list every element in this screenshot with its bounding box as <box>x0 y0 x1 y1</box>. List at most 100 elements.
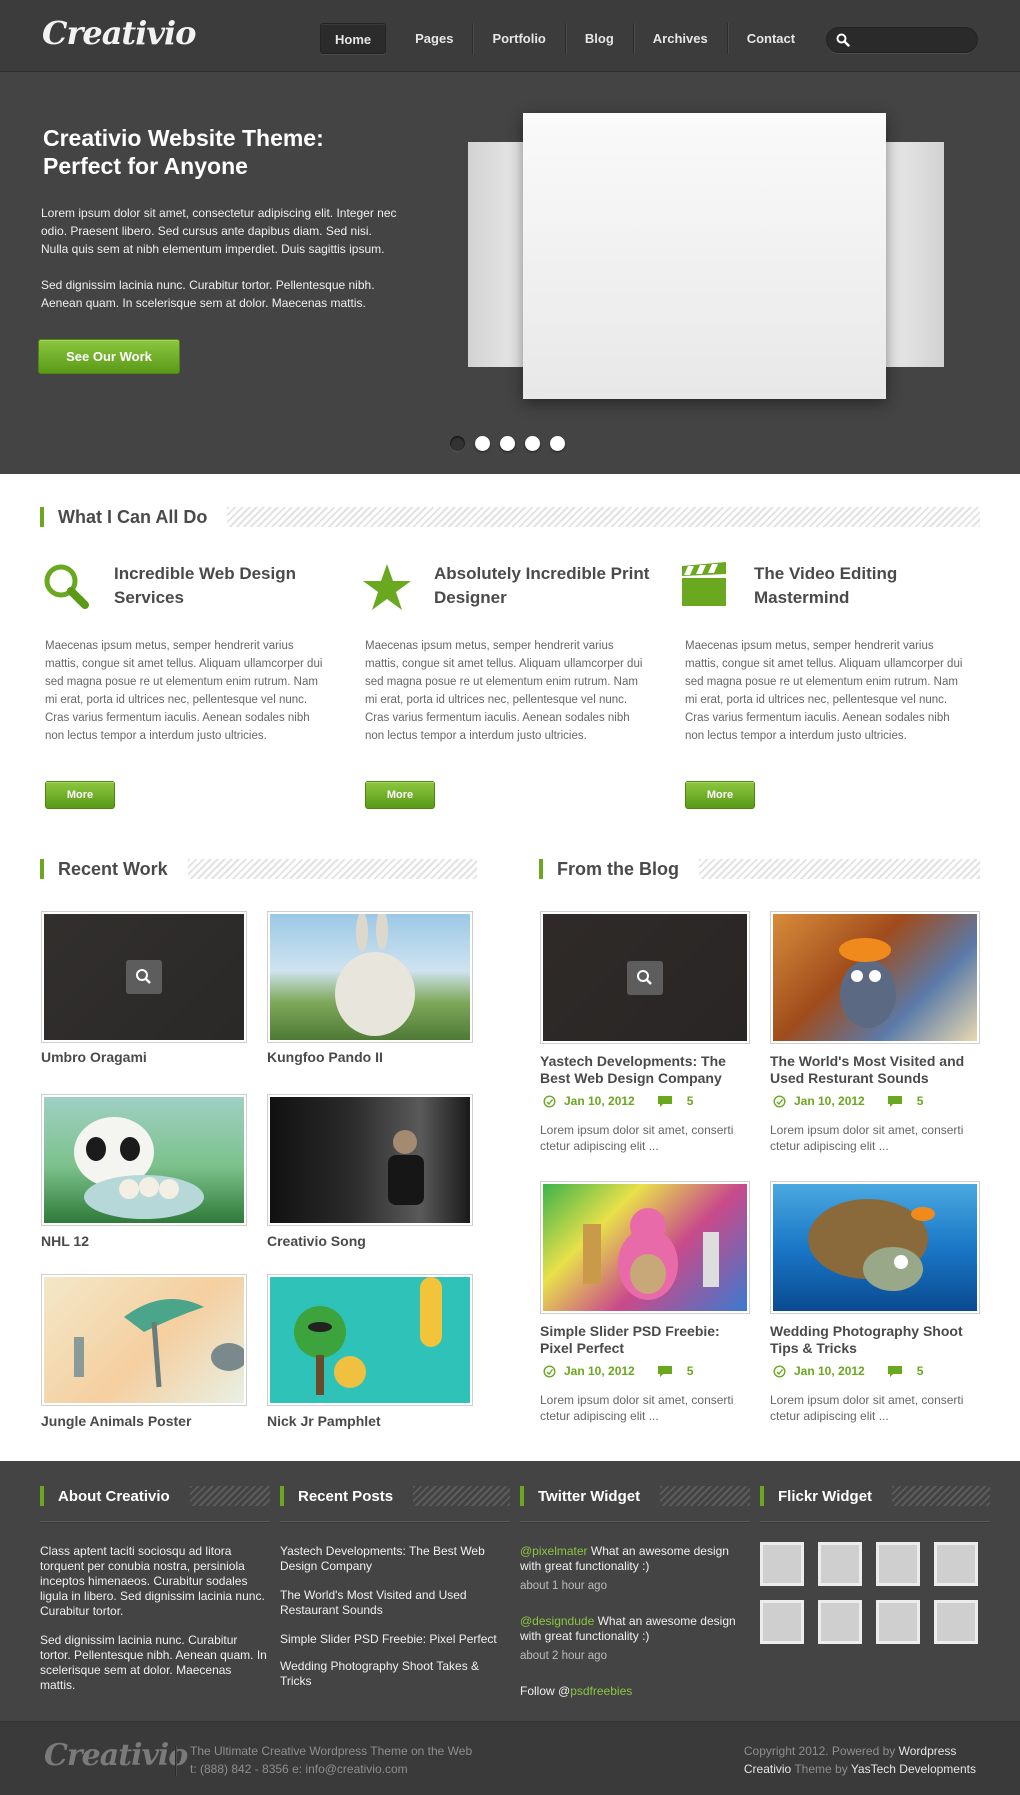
clock-icon <box>543 1364 556 1378</box>
footer-info: The Ultimate Creative Wordpress Theme on… <box>190 1742 472 1778</box>
flickr-thumb[interactable] <box>760 1600 804 1644</box>
slider-dot-2[interactable] <box>475 436 490 451</box>
work-title[interactable]: Nick Jr Pamphlet <box>267 1413 381 1429</box>
post-date: Jan 10, 2012 <box>794 1094 865 1108</box>
see-our-work-button[interactable]: See Our Work <box>38 339 180 374</box>
blog-post-title[interactable]: Wedding Photography Shoot Tips & Tricks <box>770 1323 980 1357</box>
comment-count[interactable]: 5 <box>687 1094 694 1108</box>
follow-label: Follow @ <box>520 1684 571 1698</box>
more-button[interactable]: More <box>685 781 755 809</box>
widget-flickr: Flickr Widget <box>760 1485 990 1644</box>
blog-thumb-2[interactable] <box>770 911 980 1044</box>
nav-home[interactable]: Home <box>320 23 387 54</box>
work-title[interactable]: Creativio Song <box>267 1233 366 1249</box>
developer-link[interactable]: YasTech Developments <box>851 1762 976 1776</box>
hero-slider: Creativio Website Theme: Perfect for Any… <box>0 72 1020 474</box>
site-logo[interactable]: Creativio <box>42 14 196 52</box>
footer-logo[interactable]: Creativio <box>44 1738 188 1773</box>
blog-heading: From the Blog <box>539 858 980 880</box>
search-icon[interactable] <box>836 33 850 47</box>
work-thumb-1[interactable] <box>41 911 247 1043</box>
nav-blog[interactable]: Blog <box>564 23 633 54</box>
recent-post-link[interactable]: Yastech Developments: The Best Web Desig… <box>280 1544 510 1574</box>
site-header: Creativio Home Pages Portfolio Blog Arch… <box>0 0 1020 72</box>
nav-portfolio[interactable]: Portfolio <box>472 23 564 54</box>
widget-heading: Flickr Widget <box>760 1485 990 1507</box>
service-video-editing: The Video Editing Mastermind Maecenas ip… <box>682 562 967 812</box>
blog-post-title[interactable]: Simple Slider PSD Freebie: Pixel Perfect <box>540 1323 750 1357</box>
flickr-thumb[interactable] <box>876 1600 920 1644</box>
work-title[interactable]: NHL 12 <box>41 1233 89 1249</box>
slider-dot-1[interactable] <box>450 436 465 451</box>
slider-dot-4[interactable] <box>525 436 540 451</box>
nav-pages[interactable]: Pages <box>396 23 472 54</box>
blog-thumb-1[interactable] <box>540 911 750 1044</box>
blog-thumb-3[interactable] <box>540 1181 750 1314</box>
comment-count[interactable]: 5 <box>917 1094 924 1108</box>
flickr-thumb[interactable] <box>818 1542 862 1586</box>
footer-contact: t: (888) 842 - 8356 e: info@creativio.co… <box>190 1762 408 1776</box>
nav-contact[interactable]: Contact <box>726 23 814 54</box>
blog-post-meta: Jan 10, 2012 5 <box>543 1364 693 1378</box>
comment-icon <box>887 1095 902 1107</box>
recent-work-title: Recent Work <box>58 858 168 879</box>
widget-twitter: Twitter Widget @pixelmater What an aweso… <box>520 1485 750 1699</box>
flickr-thumb[interactable] <box>934 1542 978 1586</box>
post-date: Jan 10, 2012 <box>564 1094 635 1108</box>
follow-link[interactable]: Follow @psdfreebies <box>520 1684 750 1699</box>
theme-name: Creativio <box>743 1762 792 1776</box>
widget-heading: About Creativio <box>40 1485 270 1507</box>
blog-post-excerpt: Lorem ipsum dolor sit amet, conserti cte… <box>770 1123 964 1153</box>
nav-archives[interactable]: Archives <box>632 23 727 54</box>
theme-by-text: Theme by <box>791 1762 851 1776</box>
service-text: Maecenas ipsum metus, semper hendrerit v… <box>45 640 323 742</box>
service-text: Maecenas ipsum metus, semper hendrerit v… <box>365 640 643 742</box>
widget-title: Flickr Widget <box>778 1487 873 1505</box>
zoom-button[interactable] <box>126 960 162 994</box>
flickr-thumb[interactable] <box>876 1542 920 1586</box>
recent-post-link[interactable]: The World's Most Visited and Used Restau… <box>280 1588 510 1618</box>
comment-count[interactable]: 5 <box>687 1364 694 1378</box>
work-thumb-3[interactable] <box>41 1094 247 1226</box>
search-input[interactable] <box>855 30 970 50</box>
slide-current-image <box>523 113 886 399</box>
blog-post-meta: Jan 10, 2012 5 <box>773 1364 923 1378</box>
work-thumb-2[interactable] <box>267 911 473 1043</box>
footer-widgets: About Creativio Class aptent taciti soci… <box>0 1461 1020 1721</box>
slider-dot-5[interactable] <box>550 436 565 451</box>
work-thumb-5[interactable] <box>41 1274 247 1406</box>
zoom-button[interactable] <box>627 960 663 995</box>
blog-post-title[interactable]: Yastech Developments: The Best Web Desig… <box>540 1053 750 1087</box>
work-title[interactable]: Kungfoo Pando II <box>267 1049 383 1065</box>
tweet-handle[interactable]: @designdude <box>520 1614 594 1628</box>
blog-post-meta: Jan 10, 2012 5 <box>773 1094 923 1108</box>
work-title[interactable]: Umbro Oragami <box>41 1049 147 1065</box>
services-heading: What I Can All Do <box>40 506 980 528</box>
work-thumb-6[interactable] <box>267 1274 473 1406</box>
comment-count[interactable]: 5 <box>917 1364 924 1378</box>
footer-credits: Copyright 2012. Powered by Wordpress Cre… <box>744 1742 976 1778</box>
hero-paragraph-2: Sed dignissim lacinia nunc. Curabitur to… <box>41 278 375 310</box>
wordpress-link[interactable]: Wordpress <box>899 1744 957 1758</box>
recent-post-link[interactable]: Wedding Photography Shoot Takes & Tricks <box>280 1659 510 1689</box>
work-thumb-4[interactable] <box>267 1094 473 1226</box>
flickr-thumb[interactable] <box>934 1600 978 1644</box>
flickr-grid <box>760 1542 990 1644</box>
tweet-time: about 1 hour ago <box>520 1580 607 1592</box>
blog-post-title[interactable]: The World's Most Visited and Used Restur… <box>770 1053 980 1087</box>
service-web-design: Incredible Web Design Services Maecenas … <box>42 562 327 812</box>
search-box <box>826 27 978 53</box>
recent-post-link[interactable]: Simple Slider PSD Freebie: Pixel Perfect <box>280 1632 510 1647</box>
more-button[interactable]: More <box>45 781 115 809</box>
more-button[interactable]: More <box>365 781 435 809</box>
star-icon <box>363 564 411 610</box>
blog-thumb-4[interactable] <box>770 1181 980 1314</box>
slider-dot-3[interactable] <box>500 436 515 451</box>
follow-handle[interactable]: psdfreebies <box>570 1684 632 1698</box>
work-title[interactable]: Jungle Animals Poster <box>41 1413 191 1429</box>
tweet-handle[interactable]: @pixelmater <box>520 1544 588 1558</box>
flickr-thumb[interactable] <box>818 1600 862 1644</box>
about-paragraph-2: Sed dignissim lacinia nunc. Curabitur to… <box>40 1633 267 1692</box>
flickr-thumb[interactable] <box>760 1542 804 1586</box>
about-paragraph-1: Class aptent taciti sociosqu ad litora t… <box>40 1544 265 1618</box>
